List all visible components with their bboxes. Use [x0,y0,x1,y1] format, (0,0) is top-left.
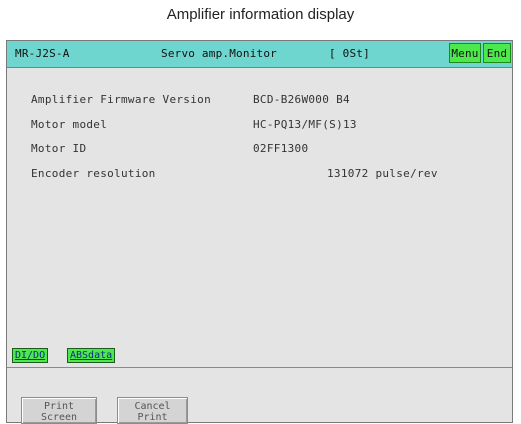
encoder-resolution-label: Encoder resolution [31,167,156,180]
got-screen: MR-J2S-A Servo amp.Monitor [ 0St] Menu E… [6,40,513,424]
motor-id-label: Motor ID [31,142,87,155]
motor-model-value: HC-PQ13/MF(S)13 [253,118,357,131]
cancel-print-label-line2: Print [137,412,168,423]
absdata-link[interactable]: ABSdata [67,348,116,363]
encoder-resolution-value: 131072 pulse/rev [327,167,438,180]
cancel-print-button[interactable]: Cancel Print [117,397,188,424]
motor-model-label: Motor model [31,118,108,131]
firmware-version-label: Amplifier Firmware Version [31,93,211,106]
cancel-print-label-line1: Cancel [134,401,171,412]
station-number: [ 0St] [329,47,370,60]
motor-id-value: 02FF1300 [253,142,309,155]
print-screen-label-line1: Print [43,401,75,412]
firmware-version-value: BCD-B26W000 B4 [253,93,350,106]
amplifier-model-label: MR-J2S-A [15,47,70,60]
menu-button[interactable]: Menu [449,43,481,63]
figure-caption: Amplifier information display [166,6,355,23]
print-screen-button[interactable]: Print Screen [21,397,97,424]
screen-title: Servo amp.Monitor [161,47,277,60]
divider [7,367,512,368]
print-screen-label-line2: Screen [40,412,78,423]
title-bar: MR-J2S-A Servo amp.Monitor [ 0St] Menu E… [7,41,512,68]
motor-id-row: Motor ID 02FF1300 [31,142,308,155]
encoder-row: Encoder resolution 131072 pulse/rev [31,167,438,180]
motor-model-row: Motor model HC-PQ13/MF(S)13 [31,118,357,131]
dio-link[interactable]: DI/DO [12,348,49,363]
firmware-row: Amplifier Firmware Version BCD-B26W000 B4 [31,93,350,106]
end-button[interactable]: End [483,43,511,63]
